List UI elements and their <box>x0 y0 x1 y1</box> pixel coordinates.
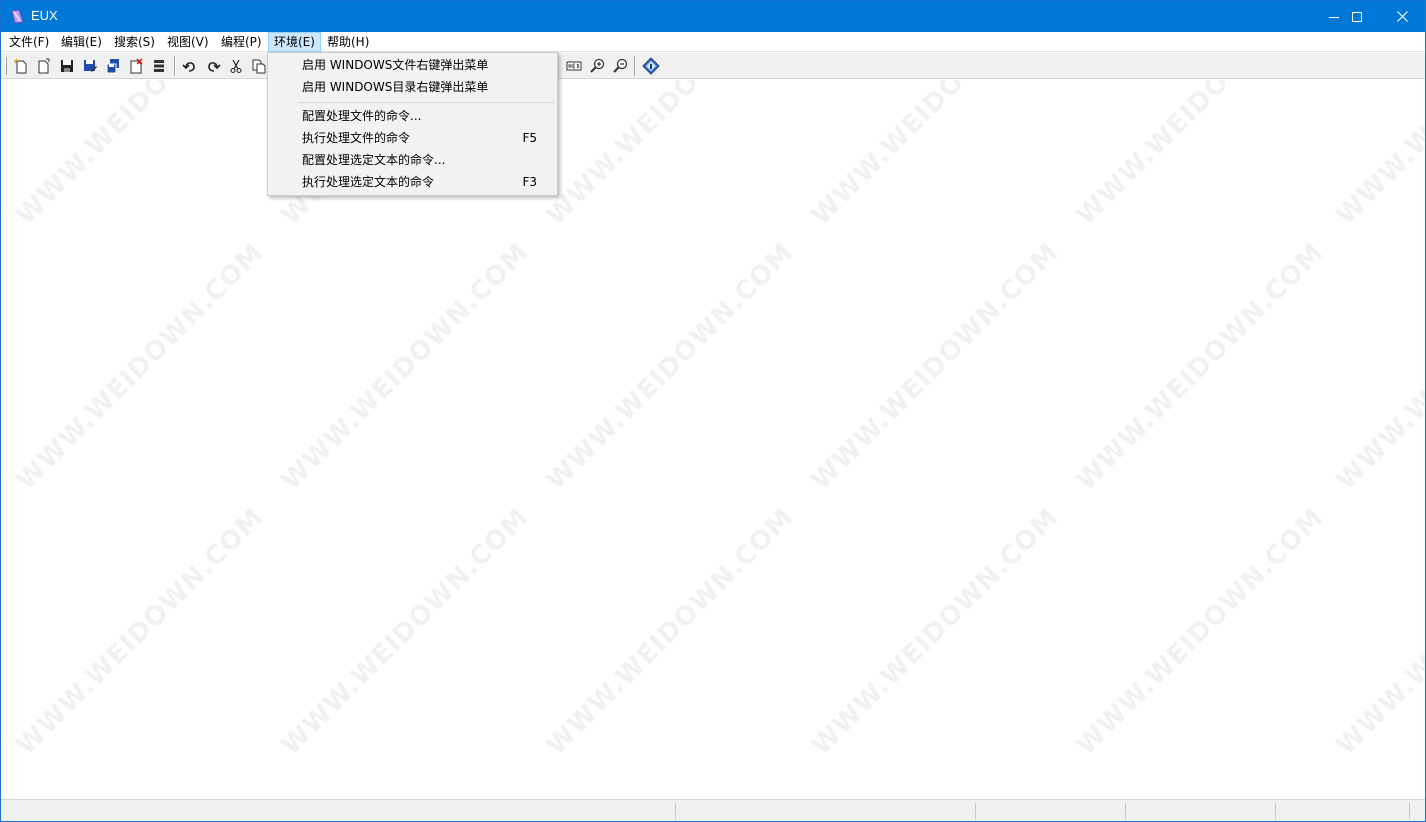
resize-grip[interactable] <box>1409 803 1410 819</box>
window-title: EUX <box>31 8 58 23</box>
save-all-icon <box>106 59 119 74</box>
watermark-text: WWW.WEIDOWN.COM <box>276 237 535 497</box>
redo-icon <box>208 62 221 72</box>
redo-button[interactable] <box>202 55 224 77</box>
cut-button[interactable] <box>225 55 247 77</box>
zoom-in-icon <box>590 58 605 73</box>
close-file-button[interactable] <box>125 55 147 77</box>
watermark-text: WWW.WEIDOWN.COM <box>1331 237 1425 497</box>
toolbar <box>1 53 1425 79</box>
watermark-text: WWW.WEIDOWN.COM <box>1071 237 1330 497</box>
help-about-button[interactable] <box>640 55 662 77</box>
menu-help[interactable]: 帮助(H) <box>321 32 375 52</box>
maximize-button[interactable] <box>1334 1 1380 32</box>
close-icon <box>1396 11 1408 22</box>
zoom-out-button[interactable] <box>609 55 631 77</box>
shortcut-label: F5 <box>522 131 537 145</box>
toolbar-separator <box>174 56 176 76</box>
new-file-button[interactable] <box>10 55 32 77</box>
menu-item-configure-text-command[interactable]: 配置处理选定文本的命令... <box>268 149 557 171</box>
menu-item-run-text-command[interactable]: 执行处理选定文本的命令 F3 <box>268 171 557 193</box>
undo-icon <box>182 62 195 72</box>
status-pane <box>1275 803 1276 819</box>
watermark-text: WWW.WEIDOWN.COM <box>11 502 270 762</box>
title-bar[interactable]: EUX <box>1 1 1425 32</box>
cut-icon <box>230 59 242 73</box>
menu-item-enable-folder-context-menu[interactable]: 启用 WINDOWS目录右键弹出菜单 <box>268 76 557 98</box>
save-icon <box>61 60 73 72</box>
new-file-icon <box>14 58 27 74</box>
menu-program[interactable]: 编程(P) <box>215 32 268 52</box>
save-all-button[interactable] <box>102 55 124 77</box>
watermark-text: WWW.WEIDOWN.COM <box>1331 80 1425 232</box>
save-button[interactable] <box>56 55 78 77</box>
save-as-icon <box>84 60 97 72</box>
editor-area[interactable]: WWW.WEIDOWN.COM WWW.WEIDOWN.COM WWW.WEID… <box>1 80 1425 798</box>
status-pane <box>1125 803 1126 819</box>
save-as-button[interactable] <box>79 55 101 77</box>
help-about-icon <box>642 57 660 75</box>
maximize-icon <box>1352 11 1362 22</box>
watermark-text: WWW.WEIDOWN.COM <box>11 80 270 232</box>
watermark-text: WWW.WEIDOWN.COM <box>806 502 1065 762</box>
status-pane <box>675 803 676 819</box>
environment-menu-dropdown: 启用 WINDOWS文件右键弹出菜单 启用 WINDOWS目录右键弹出菜单 配置… <box>267 52 558 196</box>
menu-item-run-file-command[interactable]: 执行处理文件的命令 F5 <box>268 127 557 149</box>
watermark-text: WWW.WEIDOWN.COM <box>276 502 535 762</box>
menu-file[interactable]: 文件(F) <box>3 32 55 52</box>
properties-button[interactable] <box>148 55 170 77</box>
watermark-text: WWW.WEIDOWN.COM <box>541 237 800 497</box>
menu-edit[interactable]: 编辑(E) <box>55 32 108 52</box>
menu-bar: 文件(F) 编辑(E) 搜索(S) 视图(V) 编程(P) 环境(E) 帮助(H… <box>1 32 1425 52</box>
toolbar-grip[interactable] <box>5 57 7 75</box>
menu-item-enable-file-context-menu[interactable]: 启用 WINDOWS文件右键弹出菜单 <box>268 54 557 76</box>
hex-view-icon <box>566 61 582 71</box>
watermark-text: WWW.WEIDOWN.COM <box>541 502 800 762</box>
close-button[interactable] <box>1379 1 1425 32</box>
watermark-text: WWW.WEIDOWN.COM <box>1071 80 1330 232</box>
menu-search[interactable]: 搜索(S) <box>108 32 161 52</box>
open-file-button[interactable] <box>33 55 55 77</box>
status-bar <box>1 799 1425 821</box>
status-pane <box>975 803 976 819</box>
watermark-text: WWW.WEIDOWN.COM <box>806 80 1065 232</box>
properties-icon <box>154 60 164 72</box>
undo-button[interactable] <box>179 55 201 77</box>
watermark-text: WWW.WEIDOWN.COM <box>1331 502 1425 762</box>
menu-item-configure-file-command[interactable]: 配置处理文件的命令... <box>268 105 557 127</box>
hex-view-button[interactable] <box>563 55 585 77</box>
app-window: EUX 文件(F) 编辑(E) 搜索(S) 视图(V) 编程(P) 环境(E) … <box>0 0 1426 822</box>
menu-view[interactable]: 视图(V) <box>161 32 215 52</box>
zoom-out-icon <box>613 58 628 73</box>
shortcut-label: F3 <box>522 175 537 189</box>
menu-separator <box>298 102 554 103</box>
zoom-in-button[interactable] <box>586 55 608 77</box>
open-file-icon <box>38 58 50 74</box>
app-logo-icon <box>10 9 25 24</box>
watermark-text: WWW.WEIDOWN.COM <box>11 237 270 497</box>
watermark-text: WWW.WEIDOWN.COM <box>806 237 1065 497</box>
watermark-text: WWW.WEIDOWN.COM <box>541 80 800 232</box>
menu-environment[interactable]: 环境(E) <box>268 32 321 52</box>
close-file-icon <box>130 58 143 74</box>
watermark-text: WWW.WEIDOWN.COM <box>1071 502 1330 762</box>
copy-icon <box>252 59 266 74</box>
toolbar-separator <box>634 56 636 76</box>
